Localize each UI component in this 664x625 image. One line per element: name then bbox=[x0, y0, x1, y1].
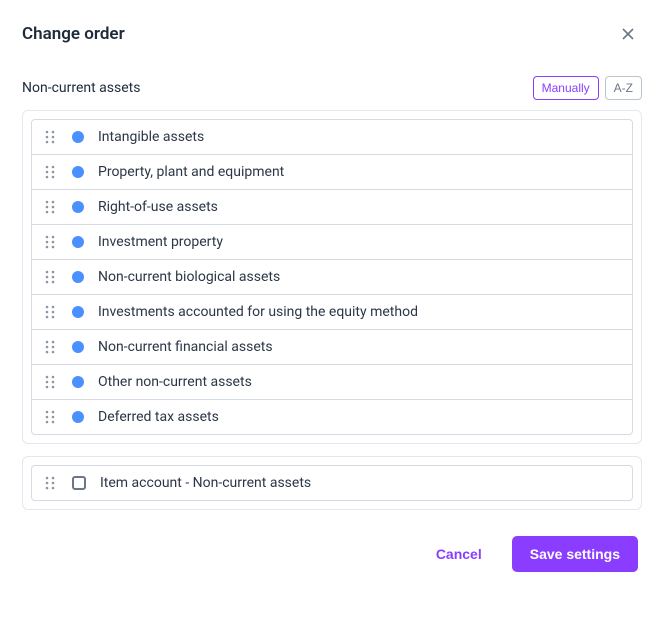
list-item[interactable]: Right-of-use assets bbox=[31, 190, 633, 225]
bullet-icon bbox=[72, 376, 84, 388]
item-label: Item account - Non-current assets bbox=[100, 475, 311, 491]
change-order-dialog: Change order Non-current assets Manually… bbox=[0, 0, 664, 592]
bullet-icon bbox=[72, 306, 84, 318]
drag-handle-icon[interactable] bbox=[42, 235, 58, 249]
drag-handle-icon[interactable] bbox=[42, 130, 58, 144]
cancel-button[interactable]: Cancel bbox=[418, 536, 500, 572]
drag-handle-icon[interactable] bbox=[42, 476, 58, 490]
sort-alpha-button[interactable]: A-Z bbox=[605, 76, 642, 100]
item-label: Right-of-use assets bbox=[98, 199, 218, 215]
item-label: Property, plant and equipment bbox=[98, 164, 284, 180]
bullet-icon bbox=[72, 341, 84, 353]
list-item[interactable]: Non-current biological assets bbox=[31, 260, 633, 295]
item-label: Non-current biological assets bbox=[98, 269, 280, 285]
bullet-icon bbox=[72, 411, 84, 423]
close-icon bbox=[620, 26, 636, 42]
bullet-icon bbox=[72, 236, 84, 248]
item-label: Non-current financial assets bbox=[98, 339, 273, 355]
sort-manual-button[interactable]: Manually bbox=[533, 76, 599, 100]
list-item[interactable]: Item account - Non-current assets bbox=[31, 465, 633, 501]
item-label: Intangible assets bbox=[98, 129, 204, 145]
drag-handle-icon[interactable] bbox=[42, 375, 58, 389]
bullet-icon bbox=[72, 201, 84, 213]
list-item[interactable]: Other non-current assets bbox=[31, 365, 633, 400]
list-item[interactable]: Property, plant and equipment bbox=[31, 155, 633, 190]
drag-handle-icon[interactable] bbox=[42, 410, 58, 424]
dialog-header: Change order bbox=[22, 20, 642, 48]
section-label: Non-current assets bbox=[22, 80, 140, 96]
item-label: Investments accounted for using the equi… bbox=[98, 304, 418, 320]
subheader: Non-current assets Manually A-Z bbox=[22, 76, 642, 100]
item-label: Other non-current assets bbox=[98, 374, 252, 390]
sort-toggle: Manually A-Z bbox=[533, 76, 642, 100]
list-item[interactable]: Deferred tax assets bbox=[31, 400, 633, 435]
extra-item-list: Item account - Non-current assets bbox=[22, 456, 642, 510]
drag-handle-icon[interactable] bbox=[42, 165, 58, 179]
item-label: Deferred tax assets bbox=[98, 409, 219, 425]
account-icon bbox=[72, 476, 86, 490]
bullet-icon bbox=[72, 166, 84, 178]
drag-handle-icon[interactable] bbox=[42, 270, 58, 284]
save-button[interactable]: Save settings bbox=[512, 536, 638, 572]
item-label: Investment property bbox=[98, 234, 223, 250]
drag-handle-icon[interactable] bbox=[42, 200, 58, 214]
drag-handle-icon[interactable] bbox=[42, 305, 58, 319]
dialog-title: Change order bbox=[22, 24, 125, 44]
bullet-icon bbox=[72, 131, 84, 143]
dialog-footer: Cancel Save settings bbox=[22, 536, 642, 572]
list-item[interactable]: Intangible assets bbox=[31, 119, 633, 155]
drag-handle-icon[interactable] bbox=[42, 340, 58, 354]
bullet-icon bbox=[72, 271, 84, 283]
list-item[interactable]: Investment property bbox=[31, 225, 633, 260]
close-button[interactable] bbox=[614, 20, 642, 48]
items-list: Intangible assets Property, plant and eq… bbox=[22, 110, 642, 444]
list-item[interactable]: Non-current financial assets bbox=[31, 330, 633, 365]
list-item[interactable]: Investments accounted for using the equi… bbox=[31, 295, 633, 330]
